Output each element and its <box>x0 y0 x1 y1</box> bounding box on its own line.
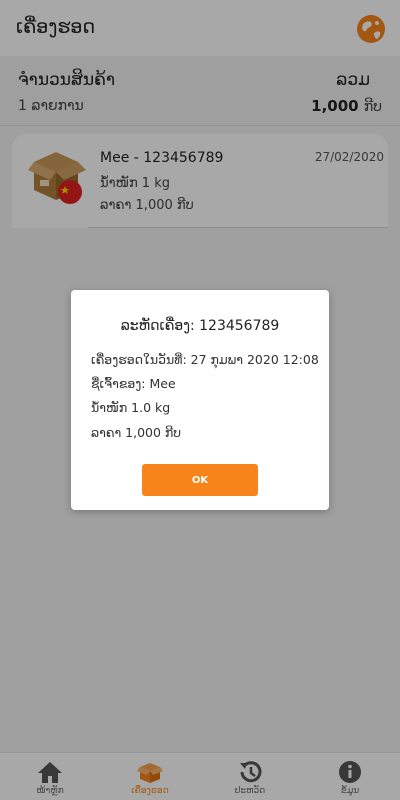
dialog-price: ລາຄາ 1,000 ກີບ <box>91 425 182 440</box>
dialog-title: ລະຫັດເຄື່ອງ: 123456789 <box>120 318 280 334</box>
package-detail-dialog: ລະຫັດເຄື່ອງ: 123456789 ເຄື່ອງຮອດໃນວັນທີ່… <box>71 290 329 510</box>
dialog-arrival-date: ເຄື່ອງຮອດໃນວັນທີ່: 27 ກຸມພາ 2020 12:08 <box>91 352 319 367</box>
dialog-owner: ຊື່ເຈົ້າຂອງ: Mee <box>91 376 176 391</box>
dialog-weight: ນ້ຳໜັກ 1.0 kg <box>91 400 171 415</box>
ok-button[interactable]: OK <box>142 464 258 496</box>
